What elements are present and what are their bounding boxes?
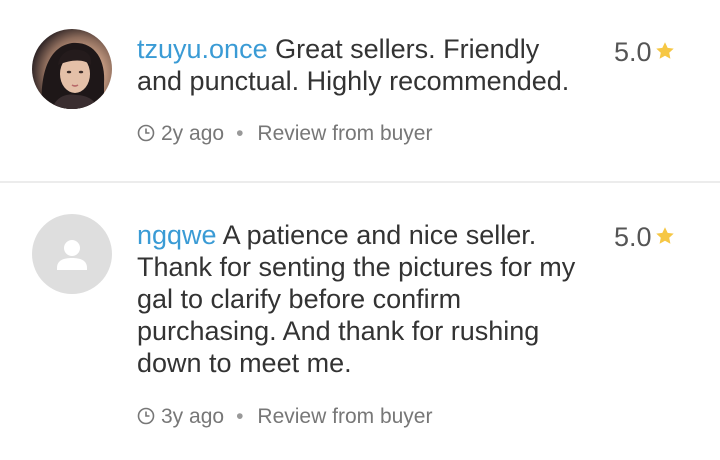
rating-value: 5.0 <box>614 222 652 252</box>
star-icon <box>654 37 676 69</box>
review-rating: 5.0 <box>614 221 676 254</box>
review-meta: 2y ago • Review from buyer <box>137 121 432 147</box>
review-item: tzuyu.once Great sellers. Friendly and p… <box>0 0 720 182</box>
review-body: ngqwe A patience and nice seller. Thank … <box>137 219 587 379</box>
review-body: tzuyu.once Great sellers. Friendly and p… <box>137 33 587 97</box>
review-time: 3y ago <box>161 405 225 428</box>
reviewer-username[interactable]: ngqwe <box>137 220 217 250</box>
review-source: Review from buyer <box>257 405 433 428</box>
avatar[interactable] <box>32 29 112 109</box>
profile-photo-image <box>41 42 105 109</box>
reviewer-username[interactable]: tzuyu.once <box>137 34 268 64</box>
review-rating: 5.0 <box>614 36 676 69</box>
review-time: 2y ago <box>161 122 225 145</box>
clock-icon <box>137 123 155 149</box>
separator-dot: • <box>236 405 244 428</box>
star-icon <box>654 222 676 254</box>
review-item: ngqwe A patience and nice seller. Thank … <box>0 184 720 460</box>
avatar[interactable] <box>32 214 112 294</box>
review-meta: 3y ago • Review from buyer <box>137 404 432 430</box>
review-source: Review from buyer <box>257 122 433 145</box>
rating-value: 5.0 <box>614 37 652 67</box>
clock-icon <box>137 406 155 432</box>
divider <box>0 181 720 183</box>
default-user-icon <box>57 240 87 270</box>
separator-dot: • <box>236 122 244 145</box>
